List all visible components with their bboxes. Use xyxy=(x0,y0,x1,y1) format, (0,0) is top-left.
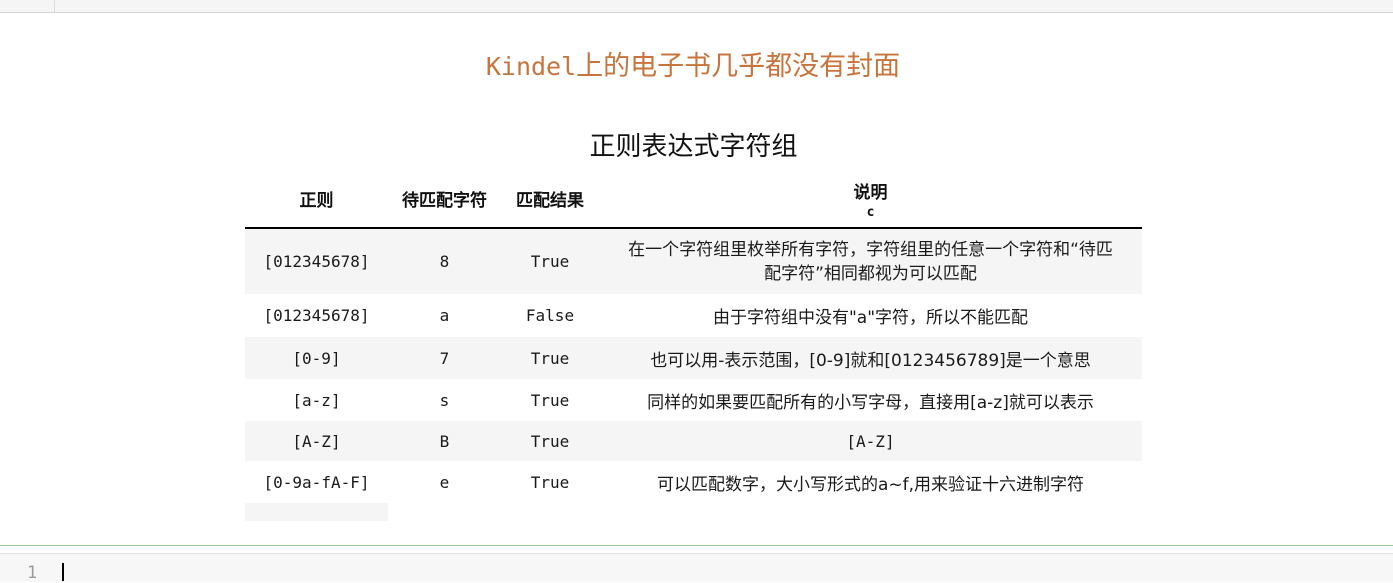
cell-regex: [0-9] xyxy=(245,337,388,379)
line-number: 1 xyxy=(27,563,38,583)
cell-desc-text: 在一个字符组里枚举所有字符，字符组里的任意一个字符和“待匹配字符”相同都视为可以… xyxy=(628,239,1113,284)
cell-desc: 可以匹配数字，大小写形式的a~f,用来验证十六进制字符 xyxy=(656,474,1085,495)
cell-target: 8 xyxy=(388,228,501,294)
gutter-divider xyxy=(54,0,55,12)
table-row: [012345678] 8 True 在一个字符组里枚举所有字符，字符组里的任意… xyxy=(245,228,1142,294)
header-desc-sub: c xyxy=(866,204,875,220)
cell-desc: 也可以用-表示范围，[0-9]就和[0123456789]是一个意思 xyxy=(599,337,1142,379)
header-desc-label: 说明 xyxy=(853,182,888,203)
header-target: 待匹配字符 xyxy=(388,170,501,229)
table-row: [012345678] a False 由于字符组中没有"a"字符，所以不能匹配 xyxy=(245,294,1142,337)
cell-target: B xyxy=(388,421,501,461)
regex-table: 正则 待匹配字符 匹配结果 说明 c [012345678] 8 True 在一… xyxy=(245,170,1142,503)
cell-regex: [0-9a-fA-F] xyxy=(263,472,370,492)
cell-target: a xyxy=(439,306,450,325)
cell-desc: 同样的如果要匹配所有的小写字母，直接用[a-z]就可以表示 xyxy=(647,392,1094,413)
table-header-row: 正则 待匹配字符 匹配结果 说明 c xyxy=(245,170,1142,229)
cell-regex: [a-z] xyxy=(292,390,341,410)
title-prefix: Kindel xyxy=(485,52,577,81)
code-input-area[interactable] xyxy=(0,553,1393,582)
text-cursor xyxy=(62,563,64,581)
header-desc: 说明 c xyxy=(599,170,1142,229)
cell-regex: [A-Z] xyxy=(245,421,388,461)
cell-result: True xyxy=(530,472,570,492)
page-title: Kindel上的电子书几乎都没有封面 xyxy=(0,44,1386,83)
table-empty-row-stub xyxy=(245,503,388,521)
cell-desc: 在一个字符组里枚举所有字符，字符组里的任意一个字符和“待匹配字符”相同都视为可以… xyxy=(599,228,1142,294)
cell-desc: [A-Z] xyxy=(599,421,1142,461)
cell-regex: [012345678] xyxy=(263,306,370,325)
cell-target: 7 xyxy=(388,337,501,379)
cell-regex: [012345678] xyxy=(245,228,388,294)
cell-result: False xyxy=(525,306,575,325)
table-caption: 正则表达式字符组 xyxy=(589,132,798,162)
cell-desc: 由于字符组中没有"a"字符，所以不能匹配 xyxy=(712,308,1029,328)
cell-target: e xyxy=(439,472,450,492)
cell-target: s xyxy=(439,390,450,410)
header-regex: 正则 xyxy=(245,170,388,229)
top-toolbar-strip xyxy=(0,0,1393,13)
cell-result: True xyxy=(501,228,599,294)
table-row: [a-z] s True 同样的如果要匹配所有的小写字母，直接用[a-z]就可以… xyxy=(245,379,1142,421)
table-row: [A-Z] B True [A-Z] xyxy=(245,421,1142,461)
header-result: 匹配结果 xyxy=(501,170,599,229)
cell-divider xyxy=(0,545,1393,546)
table-row: [0-9] 7 True 也可以用-表示范围，[0-9]就和[012345678… xyxy=(245,337,1142,379)
title-suffix: 上的电子书几乎都没有封面 xyxy=(576,51,901,82)
table-row: [0-9a-fA-F] e True 可以匹配数字，大小写形式的a~f,用来验证… xyxy=(245,461,1142,503)
cell-result: True xyxy=(530,390,570,410)
cell-result: True xyxy=(501,337,599,379)
cell-result: True xyxy=(501,421,599,461)
